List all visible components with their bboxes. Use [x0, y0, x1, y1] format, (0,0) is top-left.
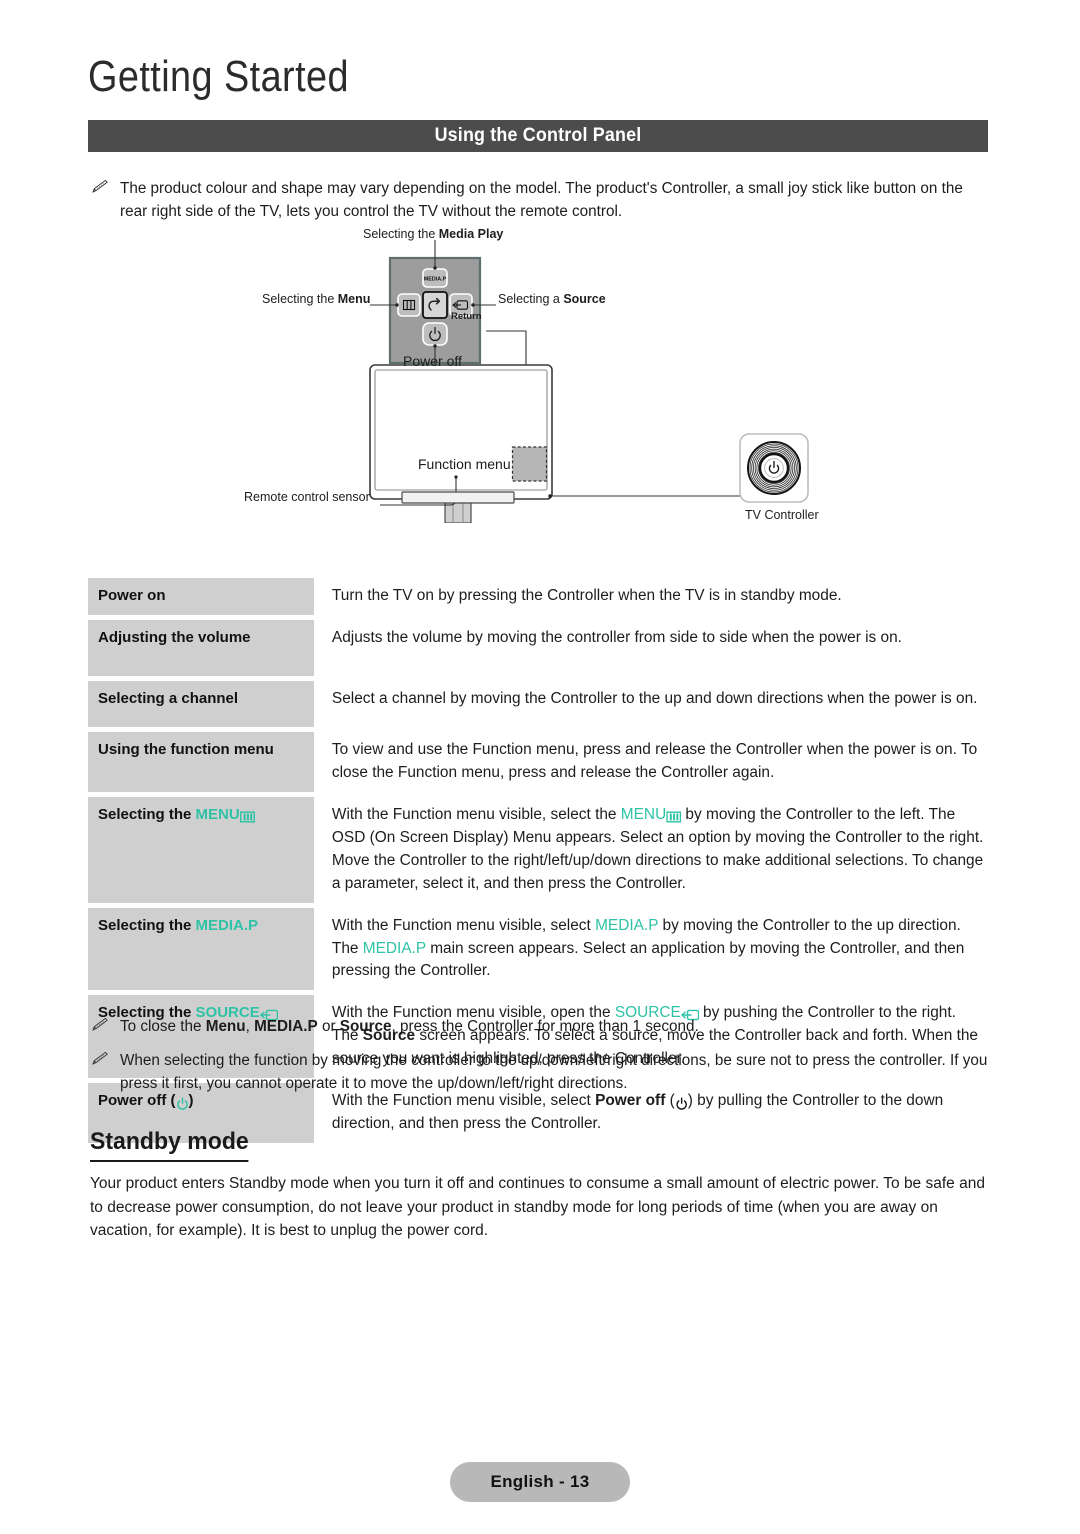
- section-header-label: Using the Control Panel: [434, 125, 642, 146]
- diagram-label-tv-controller: TV Controller: [745, 508, 819, 522]
- description-part-3: main screen appears. Select an applicati…: [331, 939, 965, 980]
- page-number-label: English - 13: [490, 1472, 590, 1491]
- note-close-menu: To close the Menu, MEDIA.P or Source, pr…: [92, 1016, 992, 1039]
- note-close-comma: ,: [245, 1018, 255, 1035]
- control-panel-diagram: MEDIA.P Selecting the Media Play Selecti…: [240, 227, 860, 523]
- standby-mode-heading: Standby mode: [90, 1128, 249, 1162]
- pencil-note-icon: [92, 1051, 114, 1071]
- description-text: Adjusts the volume by moving the control…: [331, 628, 902, 646]
- term-label: Power on: [98, 587, 166, 604]
- description-text: Turn the TV on by pressing the Controlle…: [331, 587, 842, 604]
- note-close-text: To close the Menu, MEDIA.P or Source, pr…: [120, 1016, 979, 1039]
- note-close-mediap-word: MEDIA.P: [254, 1018, 318, 1035]
- note-close-source-word: Source: [339, 1018, 392, 1035]
- description-text: To view and use the Function menu, press…: [331, 740, 978, 781]
- table-row-term: Selecting the MEDIA.P: [88, 907, 314, 991]
- term-label: Using the function menu: [98, 740, 274, 758]
- description-accent-menu: MENU: [620, 805, 667, 823]
- table-row-term: Selecting the MENU: [88, 796, 314, 903]
- description-part-1: With the Function menu visible, select: [331, 916, 596, 934]
- diagram-label-menu-bold: Menu: [337, 292, 371, 306]
- description-part-1: With the Function menu visible, select t…: [331, 805, 621, 823]
- table-row: Using the function menu To view and use …: [88, 731, 988, 792]
- table-row-description: Select a channel by moving the Controlle…: [314, 681, 985, 727]
- table-row: Power on Turn the TV on by pressing the …: [88, 578, 988, 615]
- term-prefix: Selecting the: [98, 805, 196, 823]
- svg-text:MEDIA.P: MEDIA.P: [424, 277, 447, 283]
- table-row: Adjusting the volume Adjusts the volume …: [88, 619, 988, 676]
- note-press-text: When selecting the function by moving th…: [120, 1052, 988, 1092]
- menu-icon: [666, 811, 682, 823]
- table-row: Selecting the MEDIA.P With the Function …: [88, 907, 988, 991]
- description-accent-mediap: MEDIA.P: [595, 916, 659, 934]
- table-row-description: With the Function menu visible, select t…: [314, 797, 985, 903]
- table-row: Selecting the MENU With the Function men…: [88, 796, 988, 903]
- diagram-label-menu-prefix: Selecting the: [262, 292, 338, 306]
- power-icon: [675, 1097, 688, 1110]
- note-intro-text: The product colour and shape may vary de…: [120, 180, 963, 220]
- table-row-term: Adjusting the volume: [88, 619, 314, 676]
- note-close-suffix: , press the Controller for more than 1 s…: [391, 1018, 699, 1035]
- page-footer: English - 13: [450, 1462, 630, 1502]
- table-row-description: Turn the TV on by pressing the Controlle…: [314, 578, 985, 615]
- table-row-term: Power on: [88, 578, 314, 615]
- note-close-menu-word: Menu: [205, 1018, 246, 1035]
- menu-icon: [239, 811, 255, 823]
- term-label: Adjusting the volume: [98, 628, 251, 646]
- section-header-bar: Using the Control Panel: [88, 120, 988, 152]
- term-accent-mediap: MEDIA.P: [195, 916, 259, 934]
- note-press-warning: When selecting the function by moving th…: [92, 1050, 1002, 1096]
- description-accent-mediap-2: MEDIA.P: [362, 939, 426, 957]
- pencil-note-icon: [92, 1017, 114, 1037]
- table-row-description: Adjusts the volume by moving the control…: [314, 620, 985, 676]
- table-row: Selecting a channel Select a channel by …: [88, 680, 988, 727]
- term-prefix: Selecting the: [98, 916, 196, 934]
- description-text: Select a channel by moving the Controlle…: [331, 689, 978, 707]
- power-icon: [176, 1097, 189, 1110]
- diagram-label-source-bold: Source: [563, 292, 606, 306]
- diagram-label-source-prefix: Selecting a: [498, 292, 564, 306]
- diagram-label-function-menu: Function menu: [418, 456, 511, 472]
- table-row-term: Selecting a channel: [88, 680, 314, 727]
- diagram-label-return: Return: [451, 311, 482, 322]
- note-close-prefix: To close the: [120, 1018, 206, 1035]
- page-title: Getting Started: [88, 52, 349, 101]
- diagram-label-menu: Selecting the Menu: [262, 292, 370, 306]
- standby-mode-paragraph: Your product enters Standby mode when yo…: [90, 1175, 985, 1240]
- note-close-or: or: [317, 1018, 340, 1035]
- diagram-label-media-play: Selecting the Media Play: [363, 227, 503, 241]
- diagram-label-power-off: Power off: [403, 353, 462, 369]
- note-intro: The product colour and shape may vary de…: [92, 178, 992, 224]
- table-row-description: With the Function menu visible, select M…: [314, 908, 985, 991]
- pencil-note-icon: [92, 179, 114, 199]
- diagram-label-media-play-prefix: Selecting the: [363, 227, 439, 241]
- diagram-label-media-play-bold: Media Play: [438, 227, 504, 241]
- term-accent-menu: MENU: [195, 805, 240, 823]
- table-row-description: To view and use the Function menu, press…: [314, 732, 985, 792]
- diagram-label-source: Selecting a Source: [498, 292, 606, 306]
- diagram-label-remote-sensor: Remote control sensor: [244, 490, 370, 504]
- term-label: Selecting a channel: [98, 689, 239, 707]
- table-row-term: Using the function menu: [88, 731, 314, 792]
- manual-page: Getting Started Using the Control Panel …: [0, 0, 1080, 1534]
